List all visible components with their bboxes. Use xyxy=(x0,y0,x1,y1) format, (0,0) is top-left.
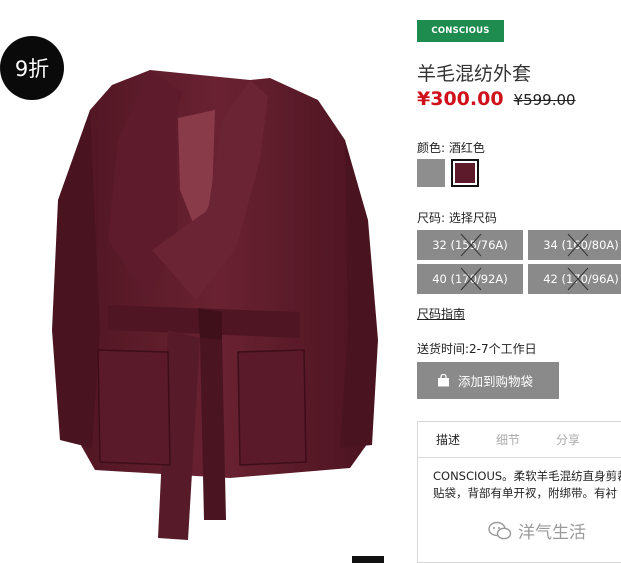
size-option-42[interactable]: 42 (170/96A) xyxy=(528,264,621,294)
size-label: 尺码: 选择尺码 xyxy=(417,211,497,225)
add-to-bag-label: 添加到购物袋 xyxy=(458,374,534,389)
price-row: ¥300.00 ¥599.00 xyxy=(417,88,576,110)
discount-badge: 9折 xyxy=(0,36,64,100)
tab-description[interactable]: 描述 xyxy=(418,422,478,457)
description-line: CONSCIOUS。柔软羊毛混纺直身剪裁 xyxy=(433,469,621,483)
size-guide-link[interactable]: 尺码指南 xyxy=(417,305,465,322)
add-to-bag-button[interactable]: 添加到购物袋 xyxy=(417,362,559,399)
color-swatch-wine-red[interactable] xyxy=(451,159,479,187)
unavailable-cross-icon xyxy=(460,233,482,257)
tab-delivery[interactable]: 送 xyxy=(598,422,621,457)
color-swatch-grey[interactable] xyxy=(417,159,445,187)
tab-share[interactable]: 分享 xyxy=(538,422,598,457)
color-label: 颜色: 酒红色 xyxy=(417,141,485,155)
tab-bar: 描述 细节 分享 送 xyxy=(418,422,621,458)
size-option-32[interactable]: 32 (155/76A) xyxy=(417,230,523,260)
product-description: CONSCIOUS。柔软羊毛混纺直身剪裁 贴袋，背部有单开衩，附绑带。有衬 xyxy=(418,458,621,502)
tab-details[interactable]: 细节 xyxy=(478,422,538,457)
unavailable-cross-icon xyxy=(460,267,482,291)
delivery-time: 送货时间:2-7个工作日 xyxy=(417,342,537,356)
product-title: 羊毛混纺外套 xyxy=(417,63,532,85)
size-option-40[interactable]: 40 (170/92A) xyxy=(417,264,523,294)
size-option-34[interactable]: 34 (160/80A) xyxy=(528,230,621,260)
unavailable-cross-icon xyxy=(567,233,589,257)
watermark-text: 洋气生活 xyxy=(518,523,586,543)
watermark: 洋气生活 xyxy=(488,518,586,543)
description-line: 贴袋，背部有单开衩，附绑带。有衬 xyxy=(433,486,617,500)
sale-price: ¥300.00 xyxy=(417,88,504,110)
wechat-icon xyxy=(488,521,512,541)
shopping-bag-icon xyxy=(437,374,450,387)
conscious-tag: CONSCIOUS xyxy=(417,20,504,42)
image-pager-indicator[interactable] xyxy=(352,556,384,563)
coat-illustration xyxy=(52,70,378,540)
product-image[interactable]: 9折 xyxy=(0,0,400,563)
unavailable-cross-icon xyxy=(567,267,589,291)
original-price: ¥599.00 xyxy=(513,91,576,109)
